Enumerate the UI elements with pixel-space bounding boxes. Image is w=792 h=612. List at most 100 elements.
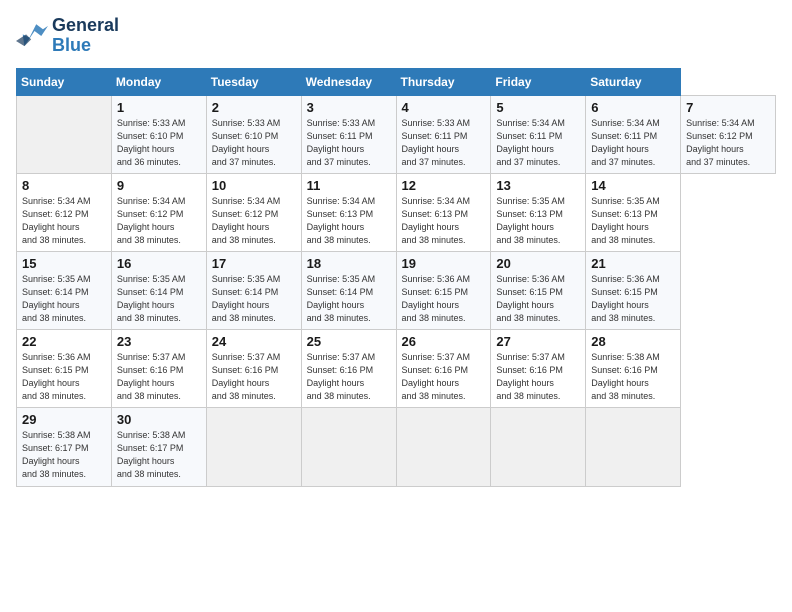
day-detail: Sunrise: 5:34 AMSunset: 6:12 PMDaylight …	[22, 195, 106, 247]
calendar-cell: 18Sunrise: 5:35 AMSunset: 6:14 PMDayligh…	[301, 251, 396, 329]
day-number: 28	[591, 334, 675, 349]
day-number: 3	[307, 100, 391, 115]
calendar-cell: 14 Sunrise: 5:35 AMSunset: 6:13 PMDayligh…	[586, 173, 681, 251]
day-detail: Sunrise: 5:33 AMSunset: 6:11 PMDaylight …	[402, 117, 486, 169]
logo-general: General	[52, 15, 119, 35]
calendar-cell	[206, 408, 301, 486]
day-detail: Sunrise: 5:34 AMSunset: 6:11 PMDaylight …	[496, 117, 580, 169]
logo-blue: Blue	[52, 35, 91, 55]
day-number: 1	[117, 100, 201, 115]
col-header-thursday: Thursday	[396, 68, 491, 95]
calendar-cell: 22Sunrise: 5:36 AMSunset: 6:15 PMDayligh…	[17, 330, 112, 408]
calendar-cell: 1 Sunrise: 5:33 AMSunset: 6:10 PMDaylight…	[111, 95, 206, 173]
day-number: 10	[212, 178, 296, 193]
day-detail: Sunrise: 5:37 AMSunset: 6:16 PMDaylight …	[496, 351, 580, 403]
calendar-cell	[491, 408, 586, 486]
day-detail: Sunrise: 5:37 AMSunset: 6:16 PMDaylight …	[307, 351, 391, 403]
day-number: 26	[402, 334, 486, 349]
calendar-cell: 11 Sunrise: 5:34 AMSunset: 6:13 PMDayligh…	[301, 173, 396, 251]
day-detail: Sunrise: 5:35 AMSunset: 6:14 PMDaylight …	[22, 273, 106, 325]
calendar-cell: 16 Sunrise: 5:35 AMSunset: 6:14 PMDayligh…	[111, 251, 206, 329]
calendar-cell: 21 Sunrise: 5:36 AMSunset: 6:15 PMDayligh…	[586, 251, 681, 329]
day-detail: Sunrise: 5:36 AMSunset: 6:15 PMDaylight …	[402, 273, 486, 325]
day-detail: Sunrise: 5:35 AMSunset: 6:14 PMDaylight …	[212, 273, 296, 325]
calendar-cell: 15 Sunrise: 5:35 AMSunset: 6:14 PMDayligh…	[17, 251, 112, 329]
page-header: General Blue	[16, 16, 776, 56]
calendar-cell: 24 Sunrise: 5:37 AMSunset: 6:16 PMDayligh…	[206, 330, 301, 408]
logo: General Blue	[16, 16, 119, 56]
calendar-cell: 6 Sunrise: 5:34 AMSunset: 6:11 PMDaylight…	[586, 95, 681, 173]
calendar-cell: 29 Sunrise: 5:38 AMSunset: 6:17 PMDayligh…	[17, 408, 112, 486]
calendar-cell: 27 Sunrise: 5:37 AMSunset: 6:16 PMDayligh…	[491, 330, 586, 408]
calendar-cell	[586, 408, 681, 486]
col-header-friday: Friday	[491, 68, 586, 95]
calendar-cell: 8 Sunrise: 5:34 AMSunset: 6:12 PMDaylight…	[17, 173, 112, 251]
day-detail: Sunrise: 5:35 AMSunset: 6:14 PMDaylight …	[117, 273, 201, 325]
day-number: 29	[22, 412, 106, 427]
day-number: 15	[22, 256, 106, 271]
calendar-cell: 12 Sunrise: 5:34 AMSunset: 6:13 PMDayligh…	[396, 173, 491, 251]
day-number: 19	[402, 256, 486, 271]
calendar-cell	[396, 408, 491, 486]
calendar-cell: 13 Sunrise: 5:35 AMSunset: 6:13 PMDayligh…	[491, 173, 586, 251]
day-number: 7	[686, 100, 770, 115]
day-detail: Sunrise: 5:38 AMSunset: 6:17 PMDaylight …	[117, 429, 201, 481]
logo-bird-icon	[16, 22, 48, 50]
calendar-cell: 4Sunrise: 5:33 AMSunset: 6:11 PMDaylight…	[396, 95, 491, 173]
day-number: 24	[212, 334, 296, 349]
day-detail: Sunrise: 5:38 AMSunset: 6:16 PMDaylight …	[591, 351, 675, 403]
day-number: 21	[591, 256, 675, 271]
col-header-tuesday: Tuesday	[206, 68, 301, 95]
day-number: 20	[496, 256, 580, 271]
day-detail: Sunrise: 5:36 AMSunset: 6:15 PMDaylight …	[591, 273, 675, 325]
day-detail: Sunrise: 5:37 AMSunset: 6:16 PMDaylight …	[117, 351, 201, 403]
col-header-monday: Monday	[111, 68, 206, 95]
calendar-cell: 25 Sunrise: 5:37 AMSunset: 6:16 PMDayligh…	[301, 330, 396, 408]
day-number: 13	[496, 178, 580, 193]
day-number: 2	[212, 100, 296, 115]
calendar-cell	[17, 95, 112, 173]
day-number: 16	[117, 256, 201, 271]
day-detail: Sunrise: 5:38 AMSunset: 6:17 PMDaylight …	[22, 429, 106, 481]
calendar-cell: 19 Sunrise: 5:36 AMSunset: 6:15 PMDayligh…	[396, 251, 491, 329]
day-number: 30	[117, 412, 201, 427]
day-detail: Sunrise: 5:33 AMSunset: 6:11 PMDaylight …	[307, 117, 391, 169]
calendar-cell: 5 Sunrise: 5:34 AMSunset: 6:11 PMDaylight…	[491, 95, 586, 173]
calendar-cell: 17 Sunrise: 5:35 AMSunset: 6:14 PMDayligh…	[206, 251, 301, 329]
day-detail: Sunrise: 5:33 AMSunset: 6:10 PMDaylight …	[212, 117, 296, 169]
day-number: 14	[591, 178, 675, 193]
day-detail: Sunrise: 5:35 AMSunset: 6:14 PMDaylight …	[307, 273, 391, 325]
day-number: 5	[496, 100, 580, 115]
calendar-cell: 23Sunrise: 5:37 AMSunset: 6:16 PMDayligh…	[111, 330, 206, 408]
day-number: 17	[212, 256, 296, 271]
day-detail: Sunrise: 5:34 AMSunset: 6:11 PMDaylight …	[591, 117, 675, 169]
calendar-cell: 3 Sunrise: 5:33 AMSunset: 6:11 PMDaylight…	[301, 95, 396, 173]
calendar-cell: 26 Sunrise: 5:37 AMSunset: 6:16 PMDayligh…	[396, 330, 491, 408]
day-number: 8	[22, 178, 106, 193]
day-number: 25	[307, 334, 391, 349]
calendar-cell: 7 Sunrise: 5:34 AMSunset: 6:12 PMDaylight…	[681, 95, 776, 173]
col-header-wednesday: Wednesday	[301, 68, 396, 95]
day-detail: Sunrise: 5:35 AMSunset: 6:13 PMDaylight …	[496, 195, 580, 247]
day-number: 9	[117, 178, 201, 193]
day-detail: Sunrise: 5:34 AMSunset: 6:12 PMDaylight …	[117, 195, 201, 247]
day-number: 11	[307, 178, 391, 193]
day-detail: Sunrise: 5:33 AMSunset: 6:10 PMDaylight …	[117, 117, 201, 169]
day-detail: Sunrise: 5:34 AMSunset: 6:12 PMDaylight …	[686, 117, 770, 169]
day-number: 22	[22, 334, 106, 349]
calendar-cell: 30 Sunrise: 5:38 AMSunset: 6:17 PMDayligh…	[111, 408, 206, 486]
day-detail: Sunrise: 5:34 AMSunset: 6:13 PMDaylight …	[402, 195, 486, 247]
day-number: 6	[591, 100, 675, 115]
calendar-cell: 20 Sunrise: 5:36 AMSunset: 6:15 PMDayligh…	[491, 251, 586, 329]
calendar-cell: 9 Sunrise: 5:34 AMSunset: 6:12 PMDaylight…	[111, 173, 206, 251]
day-number: 12	[402, 178, 486, 193]
calendar-cell	[301, 408, 396, 486]
day-detail: Sunrise: 5:37 AMSunset: 6:16 PMDaylight …	[212, 351, 296, 403]
day-number: 27	[496, 334, 580, 349]
calendar-table: SundayMondayTuesdayWednesdayThursdayFrid…	[16, 68, 776, 487]
day-detail: Sunrise: 5:34 AMSunset: 6:13 PMDaylight …	[307, 195, 391, 247]
day-detail: Sunrise: 5:35 AMSunset: 6:13 PMDaylight …	[591, 195, 675, 247]
day-detail: Sunrise: 5:37 AMSunset: 6:16 PMDaylight …	[402, 351, 486, 403]
col-header-sunday: Sunday	[17, 68, 112, 95]
day-detail: Sunrise: 5:36 AMSunset: 6:15 PMDaylight …	[496, 273, 580, 325]
